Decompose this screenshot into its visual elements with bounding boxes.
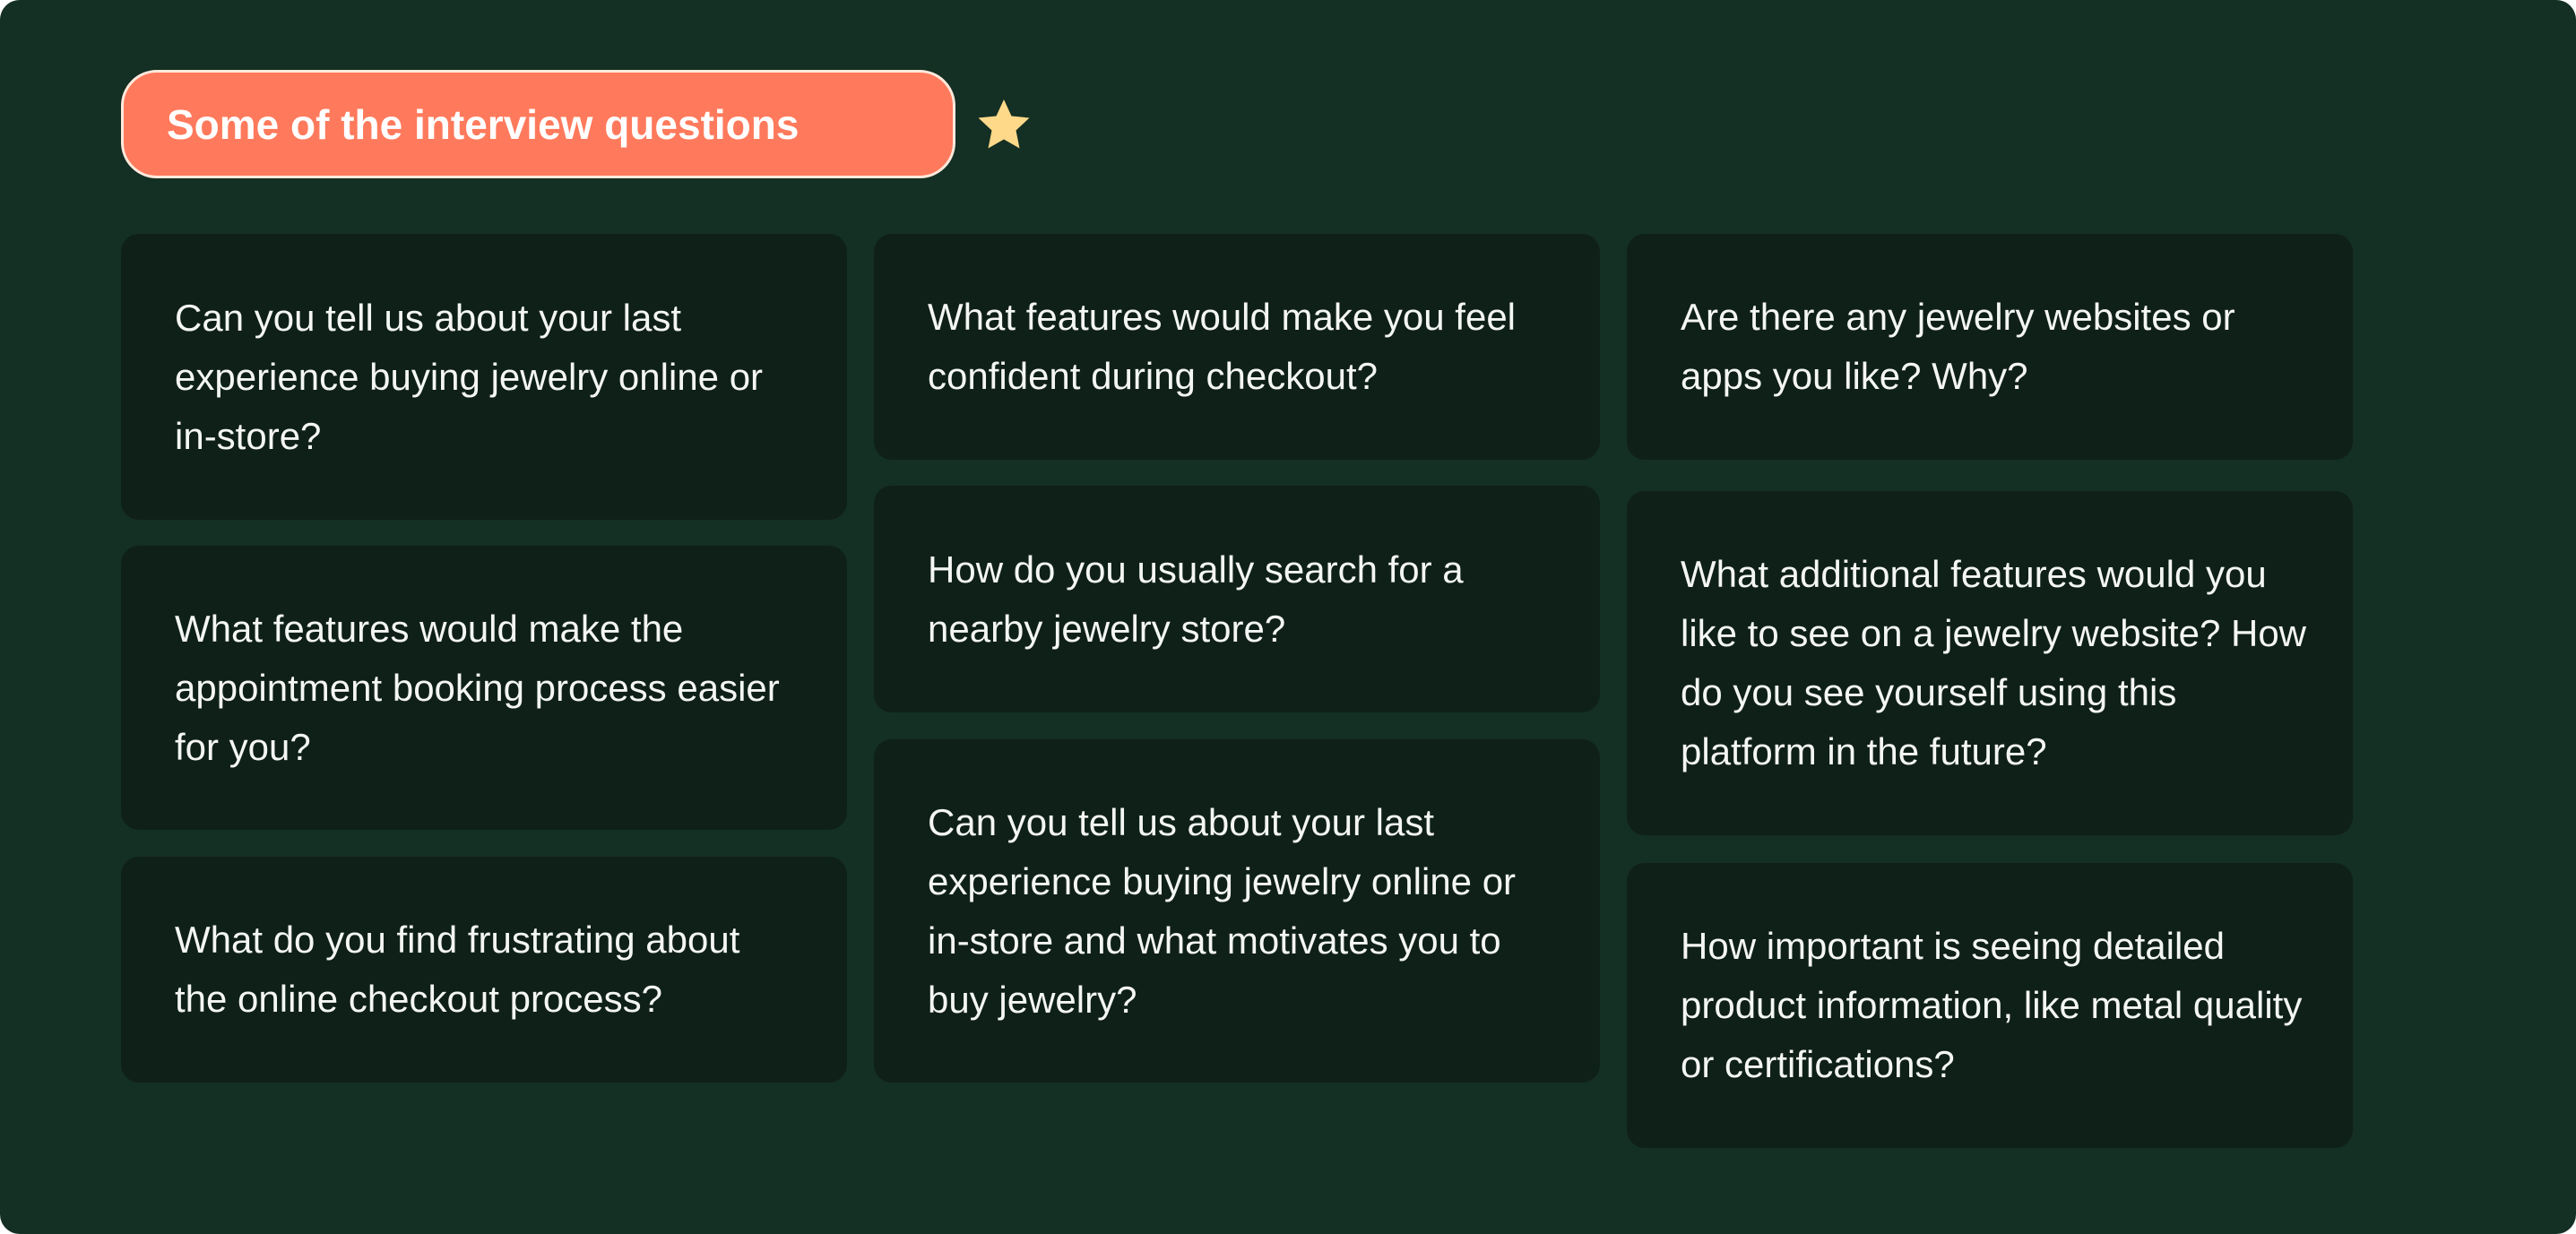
question-card: What features would make the appointment… (121, 546, 847, 830)
question-card: How do you usually search for a nearby j… (874, 486, 1600, 712)
question-card: What additional features would you like … (1627, 491, 2353, 835)
question-text: What features would make you feel confid… (928, 296, 1517, 397)
question-text: What features would make the appointment… (175, 607, 780, 768)
question-card: Can you tell us about your last experien… (874, 739, 1600, 1083)
interview-questions-board: Some of the interview questions Can you … (0, 0, 2576, 1234)
question-card: Are there any jewelry websites or apps y… (1627, 234, 2353, 460)
question-text: What additional features would you like … (1681, 553, 2307, 772)
question-text: What do you find frustrating about the o… (175, 919, 740, 1020)
question-card: What do you find frustrating about the o… (121, 857, 847, 1083)
question-card: Can you tell us about your last experien… (121, 234, 847, 520)
section-title-pill: Some of the interview questions (121, 70, 1030, 178)
question-card: How important is seeing detailed product… (1627, 863, 2353, 1148)
question-text: Can you tell us about your last experien… (175, 296, 764, 457)
section-title: Some of the interview questions (167, 100, 800, 148)
question-text: How do you usually search for a nearby j… (928, 548, 1464, 650)
question-card: What features would make you feel confid… (874, 234, 1600, 460)
star-icon (978, 99, 1030, 149)
question-text: How important is seeing detailed product… (1681, 925, 2303, 1085)
question-text: Can you tell us about your last experien… (928, 800, 1517, 1021)
question-text: Are there any jewelry websites or apps y… (1681, 296, 2235, 397)
